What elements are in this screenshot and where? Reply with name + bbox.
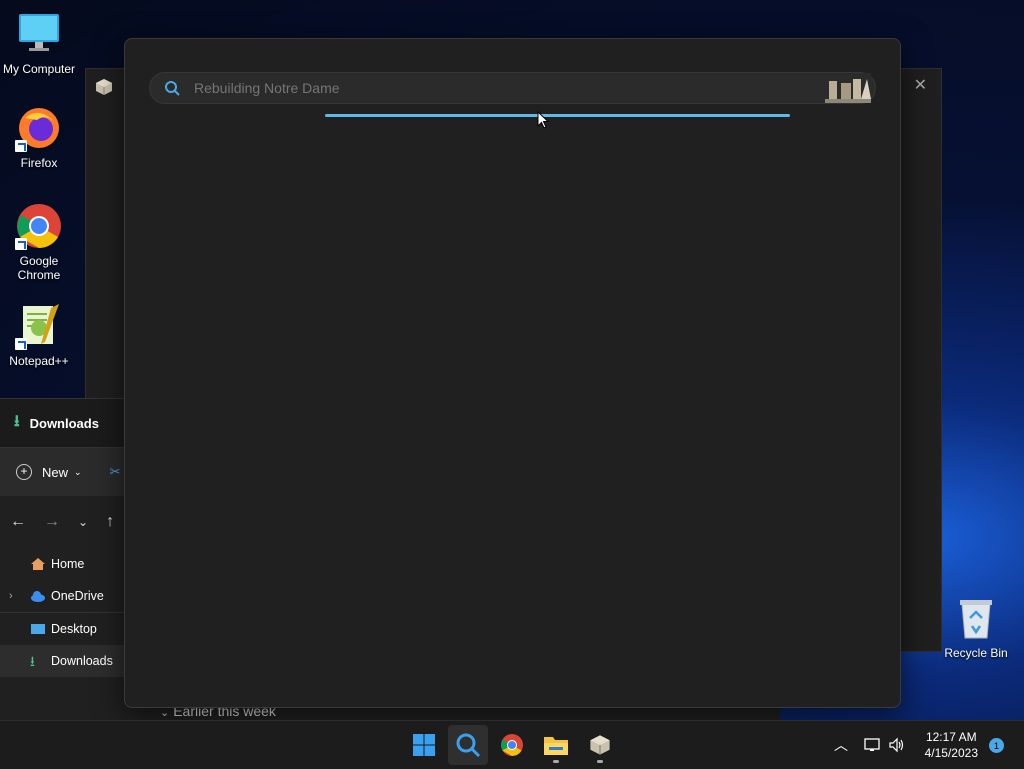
clock-time: 12:17 AM	[925, 730, 977, 744]
collapse-chevron-icon: ⌄	[160, 707, 170, 719]
download-icon: ⭳	[14, 412, 20, 430]
file-explorer-icon	[544, 737, 568, 755]
tab-label: Downloads	[29, 415, 99, 431]
chevron-up-icon[interactable]: ︿	[834, 735, 848, 755]
running-indicator	[597, 760, 603, 763]
home-icon	[31, 558, 45, 570]
close-icon[interactable]: ✕	[914, 75, 927, 95]
search-taskbar-button[interactable]	[448, 725, 488, 765]
app-cube-taskbar-button[interactable]	[580, 725, 620, 765]
firefox-icon	[15, 104, 63, 152]
desktop-icon-my-computer[interactable]: My Computer	[1, 10, 77, 76]
nav-label: OneDrive	[51, 589, 104, 603]
volume-tray[interactable]	[888, 721, 906, 769]
system-tray: ︿	[834, 721, 848, 769]
start-button[interactable]	[404, 725, 444, 765]
recent-chevron-icon[interactable]: ⌄	[78, 515, 88, 529]
network-tray[interactable]	[864, 721, 882, 769]
new-label: New	[42, 464, 69, 480]
desktop-icon-label: Notepad++	[9, 354, 69, 368]
app-cube-icon	[94, 77, 114, 97]
chrome-icon	[15, 202, 63, 250]
start-icon	[413, 734, 435, 756]
shortcut-arrow-icon	[15, 140, 27, 152]
expand-chevron-icon[interactable]: ›	[9, 590, 13, 602]
taskbar: ︿ 12:17 AM 4/15/2023 1	[0, 720, 1024, 769]
forward-arrow-icon[interactable]: →	[44, 513, 60, 531]
search-icon	[165, 81, 180, 96]
monitor-icon	[15, 10, 63, 58]
desktop-icon-google-chrome[interactable]: Google Chrome	[1, 202, 77, 282]
search-input[interactable]	[192, 79, 796, 97]
recycle-bin-label: Recycle Bin	[944, 646, 1008, 660]
file-explorer-taskbar-button[interactable]	[536, 725, 576, 765]
up-arrow-icon[interactable]: ↑	[106, 513, 114, 531]
running-indicator	[553, 760, 559, 763]
desktop-icon-recycle-bin[interactable]: Recycle Bin	[940, 596, 1012, 660]
clock[interactable]: 12:17 AM 4/15/2023	[925, 729, 978, 761]
recycle-bin-icon	[956, 596, 996, 640]
download-icon: ⭳	[30, 653, 35, 669]
loading-progress-bar	[325, 114, 790, 117]
chrome-taskbar-button[interactable]	[492, 725, 532, 765]
search-panel	[124, 38, 901, 708]
nav-label: Desktop	[51, 622, 97, 636]
desktop-icon-firefox[interactable]: Firefox	[1, 104, 77, 170]
desktop-icon-label: Google Chrome	[17, 254, 61, 282]
notepad-plus-plus-icon	[15, 302, 63, 350]
nav-label: Home	[51, 557, 85, 571]
notification-badge[interactable]: 1	[989, 738, 1004, 753]
nav-label: Downloads	[51, 654, 113, 668]
network-icon	[864, 738, 880, 751]
shortcut-arrow-icon	[15, 338, 27, 350]
chevron-down-icon: ⌄	[74, 466, 82, 477]
desktop-icon-label: My Computer	[2, 62, 76, 76]
desktop-folder-icon	[31, 624, 45, 634]
search-box[interactable]	[149, 72, 876, 104]
clock-date: 4/15/2023	[924, 746, 978, 760]
volume-icon	[889, 737, 904, 753]
desktop-icon-notepad-plus-plus[interactable]: Notepad++	[1, 302, 77, 368]
cathedral-image-icon	[825, 73, 871, 103]
plus-circle-icon: +	[16, 464, 32, 480]
cut-icon[interactable]: ✂	[110, 464, 121, 480]
chrome-icon	[501, 734, 523, 756]
search-icon	[456, 733, 481, 758]
onedrive-cloud-icon	[31, 591, 45, 602]
mouse-cursor-icon	[537, 111, 549, 129]
desktop-icon-label: Firefox	[20, 156, 58, 170]
new-button[interactable]: + New ⌄	[16, 464, 82, 480]
app-cube-icon	[590, 735, 610, 755]
shortcut-arrow-icon	[15, 238, 27, 250]
back-arrow-icon[interactable]: ←	[10, 513, 26, 531]
